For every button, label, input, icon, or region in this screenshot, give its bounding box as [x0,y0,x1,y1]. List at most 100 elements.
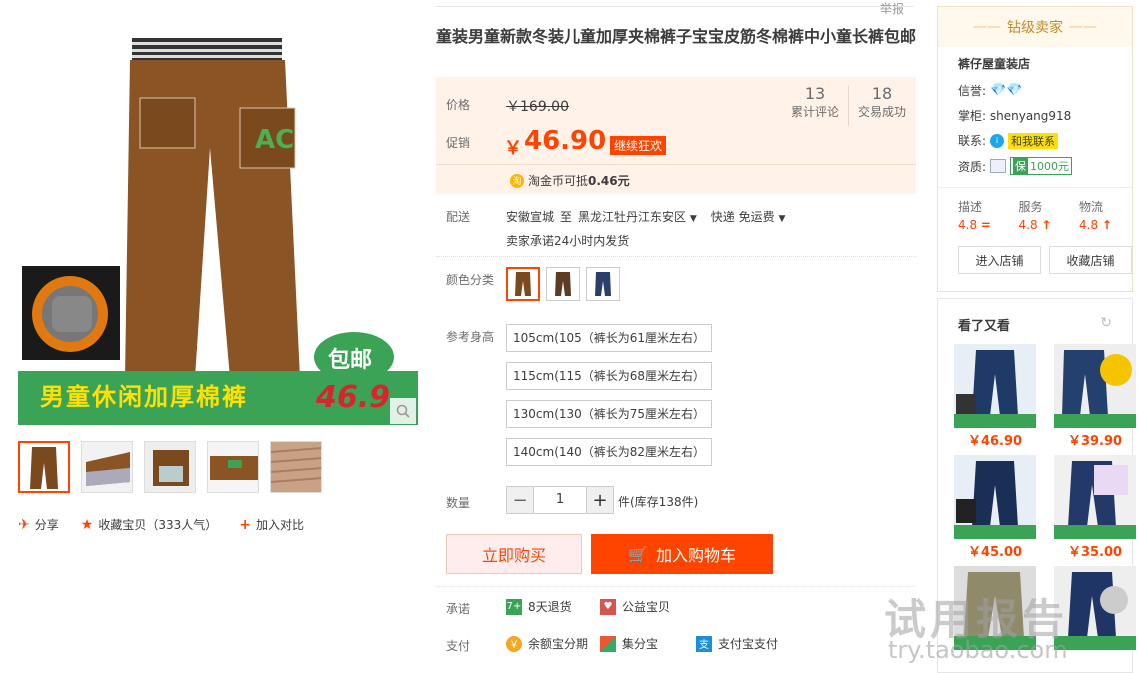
stat-divider [848,86,849,126]
recommend-item[interactable]: ￥35.00 [1054,455,1136,560]
return-policy[interactable]: 7+ 8天退货 [506,598,572,615]
recommend-item[interactable]: ￥39.90 [1054,344,1136,449]
arrow-up-icon: ↑ [1041,218,1052,232]
pay-alipay[interactable]: 支支付宝支付 [696,635,778,652]
recommend-title: 看了又看 [958,319,1011,334]
recommend-price: ￥45.00 [967,545,1023,560]
color-label: 颜色分类 [446,273,495,287]
color-swatch-brown[interactable] [506,267,540,301]
delivery-label: 配送 [446,210,471,224]
recommend-price: ￥35.00 [1067,545,1123,560]
promise-label: 承诺 [446,602,471,616]
recommend-item[interactable]: ￥45.00 [954,455,1036,560]
contact-row: 联系: i 和我联系 [958,132,1112,149]
divider [436,586,916,587]
product-actions: ✈ 分享 ★ 收藏宝贝（333人气） + 加入对比 [18,516,304,533]
enter-shop-button[interactable]: 进入店铺 [958,246,1041,274]
payment-label: 支付 [446,639,471,653]
color-swatch-coffee[interactable] [546,267,580,301]
reviews-stat[interactable]: 13 累计评论 [788,84,842,120]
buy-now-button[interactable]: 立即购买 [446,534,582,574]
promo-label: 促销 [446,136,471,150]
shop-buttons: 进入店铺 收藏店铺 [938,232,1132,274]
taobao-coin-icon: 淘 [510,173,524,188]
dsr-description: 描述 4.8 = [958,200,991,232]
refresh-icon[interactable]: ↻ [1100,315,1112,334]
seller-panel: —— 钻级卖家 —— 裤仔屋童装店 信誉: 💎💎 掌柜: shenyang918… [937,6,1133,292]
free-shipping-text: 包邮 [328,348,373,373]
thumbnail-4[interactable] [207,441,259,493]
report-link[interactable]: 举报 [880,0,904,17]
promo-banner-price: 46.9 [316,380,391,415]
recommend-price: ￥39.90 [1067,434,1123,449]
thumbnail-1[interactable] [18,441,70,493]
wangwang-icon: i [990,133,1005,148]
sales-stat: 18 交易成功 [857,84,906,119]
share-icon: ✈ [18,516,30,533]
divider [436,6,914,7]
arrow-up-icon: ↑ [1101,218,1112,232]
quantity-label: 数量 [446,496,471,510]
charity-badge[interactable]: ♥ 公益宝贝 [600,598,670,615]
thumbnail-list [18,441,322,493]
size-label: 参考身高 [446,330,495,344]
cart-icon: 🛒 [628,544,648,564]
promo-price: 46.90 [524,126,607,156]
collect-shop-button[interactable]: 收藏店铺 [1049,246,1132,274]
quantity-stepper: − 1 + [506,486,614,514]
product-pants-image: AC [125,38,300,378]
yuebao-icon: ￥ [506,635,522,652]
favorite-link[interactable]: ★ 收藏宝贝（333人气） [81,516,217,533]
zoom-icon[interactable] [390,398,416,424]
dsr-scores: 描述 4.8 = 服务 4.8 ↑ 物流 4.8 ↑ [938,187,1132,232]
shield-icon: 保 [1013,158,1029,174]
stock-text: 件(库存138件) [618,495,699,509]
decrease-button[interactable]: − [507,487,533,513]
size-option-130[interactable]: 130cm(130（裤长为75厘米左右） [506,400,713,428]
dsr-service: 服务 4.8 ↑ [1018,200,1052,232]
recommend-item[interactable]: ￥46.90 [954,344,1036,449]
size-option-140[interactable]: 140cm(140（裤长为82厘米左右） [506,438,713,466]
thumbnail-3[interactable] [144,441,196,493]
price-divider [436,164,916,165]
price-label: 价格 [446,98,471,112]
fabric-inset-image [22,266,120,360]
share-link[interactable]: ✈ 分享 [18,516,59,533]
recommend-header: 看了又看 ↻ [938,299,1132,344]
deposit-badge[interactable]: 保 1000元 [1010,157,1073,175]
increase-button[interactable]: + [587,487,613,513]
shipping-method[interactable]: 快递 免运费 ▼ [711,208,786,225]
recommend-price: ￥46.90 [967,434,1023,449]
color-swatch-blue[interactable] [586,267,620,301]
quantity-input[interactable]: 1 [533,487,587,513]
size-option-115[interactable]: 115cm(115（裤长为68厘米左右） [506,362,713,390]
keeper-name[interactable]: shenyang918 [990,109,1071,123]
contact-seller-button[interactable]: 和我联系 [1008,132,1059,149]
compare-link[interactable]: + 加入对比 [239,516,304,533]
ship-promise: 卖家承诺24小时内发货 [506,234,630,248]
charity-icon: ♥ [600,598,616,615]
caret-down-icon: ▼ [689,214,697,224]
pay-yuebao[interactable]: ￥ 余额宝分期 [506,635,588,652]
diamond-icon: 💎💎 [990,83,1023,98]
caret-down-icon: ▼ [778,214,786,224]
size-option-105[interactable]: 105cm(105（裤长为61厘米左右） [506,324,713,352]
product-title: 童装男童新款冬装儿童加厚夹棉裤子宝宝皮筋冬棉裤中小童长裤包邮 [436,27,917,46]
pay-jifenbao[interactable]: 集分宝 [600,635,658,652]
delivery-route: 安徽宣城 至 黑龙江牡丹江东安区 ▼ 快递 免运费 ▼ [506,208,786,225]
add-to-cart-button[interactable]: 🛒 加入购物车 [591,534,773,574]
alipay-icon: 支 [696,635,712,652]
license-icon[interactable] [990,159,1007,173]
qualification-row: 资质: 保 1000元 [958,157,1112,175]
thumbnail-2[interactable] [81,441,133,493]
star-icon: ★ [80,516,94,533]
destination-select[interactable]: 黑龙江牡丹江东安区 ▼ [578,208,697,225]
equal-icon: = [980,218,991,232]
shop-name[interactable]: 裤仔屋童装店 [958,55,1112,72]
currency-symbol: ￥ [504,138,522,159]
jifenbao-icon [600,635,616,652]
plus-icon: + [239,516,251,533]
dsr-logistics: 物流 4.8 ↑ [1079,200,1112,232]
keeper-row: 掌柜: shenyang918 [958,109,1072,123]
thumbnail-5[interactable] [270,441,322,493]
